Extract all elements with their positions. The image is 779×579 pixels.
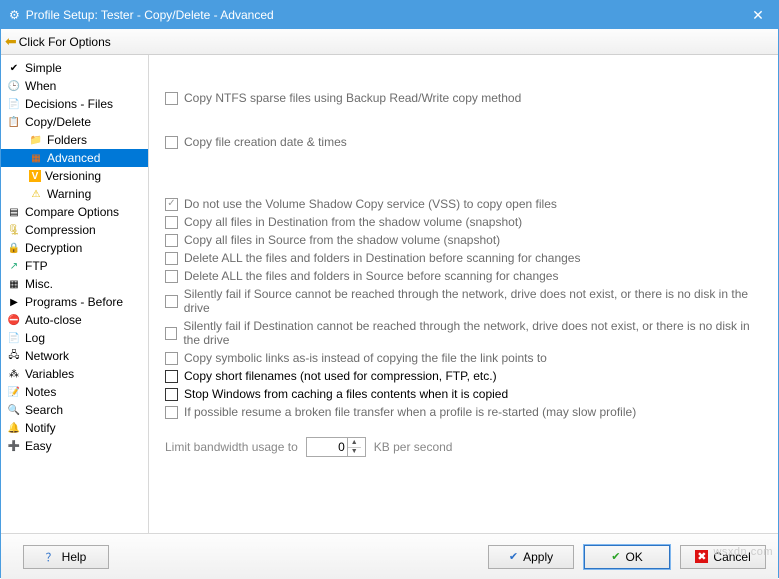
lbl-nocache: Stop Windows from caching a files conten… xyxy=(184,387,508,401)
lbl-fail-src: Silently fail if Source cannot be reache… xyxy=(184,287,762,315)
chk-nocache[interactable] xyxy=(165,388,178,401)
lbl-sparse: Copy NTFS sparse files using Backup Read… xyxy=(184,91,521,105)
bandwidth-input[interactable] xyxy=(307,439,347,455)
sidebar-item-programs[interactable]: ▶Programs - Before xyxy=(1,293,148,311)
spin-up-icon[interactable]: ▲ xyxy=(348,438,361,448)
compression-icon: 🗜 xyxy=(7,223,21,237)
settings-panel: Copy NTFS sparse files using Backup Read… xyxy=(149,55,778,533)
network-icon: 🖧 xyxy=(7,349,21,363)
help-button[interactable]: ？Help xyxy=(23,545,109,569)
easy-icon: ➕ xyxy=(7,439,21,453)
title-bar: ⚙ Profile Setup: Tester - Copy/Delete - … xyxy=(1,1,778,29)
apply-button[interactable]: ✔Apply xyxy=(488,545,574,569)
copydelete-icon: 📋 xyxy=(7,115,21,129)
lbl-del-dest: Delete ALL the files and folders in Dest… xyxy=(184,251,580,265)
sidebar-item-decisions[interactable]: 📄Decisions - Files xyxy=(1,95,148,113)
decisions-icon: 📄 xyxy=(7,97,21,111)
chk-resume[interactable] xyxy=(165,406,178,419)
window-title: Profile Setup: Tester - Copy/Delete - Ad… xyxy=(26,8,274,22)
search-icon: 🔍 xyxy=(7,403,21,417)
cancel-icon: ✖ xyxy=(695,550,708,563)
sidebar-item-easy[interactable]: ➕Easy xyxy=(1,437,148,455)
bandwidth-spinner[interactable]: ▲▼ xyxy=(306,437,366,457)
chk-vss[interactable] xyxy=(165,198,178,211)
lbl-del-src: Delete ALL the files and folders in Sour… xyxy=(184,269,558,283)
lbl-resume: If possible resume a broken file transfe… xyxy=(184,405,636,419)
sidebar-item-decryption[interactable]: 🔒Decryption xyxy=(1,239,148,257)
ok-icon: ✔ xyxy=(611,550,620,563)
log-icon: 📄 xyxy=(7,331,21,345)
sidebar-item-simple[interactable]: ✔Simple xyxy=(1,59,148,77)
programs-icon: ▶ xyxy=(7,295,21,309)
chk-del-dest[interactable] xyxy=(165,252,178,265)
sidebar-item-misc[interactable]: ▦Misc. xyxy=(1,275,148,293)
chk-fail-src[interactable] xyxy=(165,295,178,308)
ok-button[interactable]: ✔OK xyxy=(584,545,670,569)
chk-del-src[interactable] xyxy=(165,270,178,283)
spin-down-icon[interactable]: ▼ xyxy=(348,448,361,457)
decryption-icon: 🔒 xyxy=(7,241,21,255)
sidebar-item-notify[interactable]: 🔔Notify xyxy=(1,419,148,437)
chk-fail-dest[interactable] xyxy=(165,327,177,340)
app-icon: ⚙ xyxy=(9,8,20,22)
compare-icon: ▤ xyxy=(7,205,21,219)
sidebar-item-folders[interactable]: 📁Folders xyxy=(1,131,148,149)
sidebar-item-log[interactable]: 📄Log xyxy=(1,329,148,347)
options-arrow-icon: ⬅ xyxy=(5,33,17,50)
ftp-icon: ↗ xyxy=(7,259,21,273)
sidebar-item-notes[interactable]: 📝Notes xyxy=(1,383,148,401)
misc-icon: ▦ xyxy=(7,277,21,291)
chk-dest-shadow[interactable] xyxy=(165,216,178,229)
lbl-dest-shadow: Copy all files in Destination from the s… xyxy=(184,215,522,229)
lbl-vss: Do not use the Volume Shadow Copy servic… xyxy=(184,197,557,211)
lbl-fail-dest: Silently fail if Destination cannot be r… xyxy=(183,319,762,347)
when-icon: 🕒 xyxy=(7,79,21,93)
apply-icon: ✔ xyxy=(509,550,518,563)
sidebar-item-warning[interactable]: ⚠Warning xyxy=(1,185,148,203)
sidebar-item-advanced[interactable]: ▦Advanced xyxy=(1,149,148,167)
sidebar-item-when[interactable]: 🕒When xyxy=(1,77,148,95)
sidebar-item-compression[interactable]: 🗜Compression xyxy=(1,221,148,239)
chk-creation[interactable] xyxy=(165,136,178,149)
versioning-icon: V xyxy=(29,170,41,182)
chk-src-shadow[interactable] xyxy=(165,234,178,247)
window-close-button[interactable]: ✕ xyxy=(738,1,778,29)
options-bar[interactable]: ⬅ Click For Options xyxy=(1,29,778,55)
variables-icon: ⁂ xyxy=(7,367,21,381)
lbl-shortnames: Copy short filenames (not used for compr… xyxy=(184,369,497,383)
sidebar-item-compare[interactable]: ▤Compare Options xyxy=(1,203,148,221)
advanced-icon: ▦ xyxy=(29,151,43,165)
lbl-src-shadow: Copy all files in Source from the shadow… xyxy=(184,233,500,247)
simple-icon: ✔ xyxy=(7,61,21,75)
autoclose-icon: ⛔ xyxy=(7,313,21,327)
chk-sparse[interactable] xyxy=(165,92,178,105)
bandwidth-unit: KB per second xyxy=(374,440,453,454)
sidebar-item-autoclose[interactable]: ⛔Auto-close xyxy=(1,311,148,329)
sidebar-item-variables[interactable]: ⁂Variables xyxy=(1,365,148,383)
notes-icon: 📝 xyxy=(7,385,21,399)
warning-icon: ⚠ xyxy=(29,187,43,201)
chk-symlink[interactable] xyxy=(165,352,178,365)
folders-icon: 📁 xyxy=(29,133,43,147)
sidebar-item-ftp[interactable]: ↗FTP xyxy=(1,257,148,275)
cancel-button[interactable]: ✖Cancel xyxy=(680,545,766,569)
lbl-symlink: Copy symbolic links as-is instead of cop… xyxy=(184,351,547,365)
options-label: Click For Options xyxy=(19,35,111,49)
lbl-creation: Copy file creation date & times xyxy=(184,135,347,149)
bandwidth-label: Limit bandwidth usage to xyxy=(165,440,298,454)
chk-shortnames[interactable] xyxy=(165,370,178,383)
sidebar-item-versioning[interactable]: VVersioning xyxy=(1,167,148,185)
notify-icon: 🔔 xyxy=(7,421,21,435)
help-icon: ？ xyxy=(46,549,57,565)
sidebar-item-network[interactable]: 🖧Network xyxy=(1,347,148,365)
dialog-footer: ？Help ✔Apply ✔OK ✖Cancel xyxy=(1,533,778,579)
sidebar-item-copydelete[interactable]: 📋Copy/Delete xyxy=(1,113,148,131)
navigation-sidebar: ✔Simple 🕒When 📄Decisions - Files 📋Copy/D… xyxy=(1,55,149,533)
sidebar-item-search[interactable]: 🔍Search xyxy=(1,401,148,419)
